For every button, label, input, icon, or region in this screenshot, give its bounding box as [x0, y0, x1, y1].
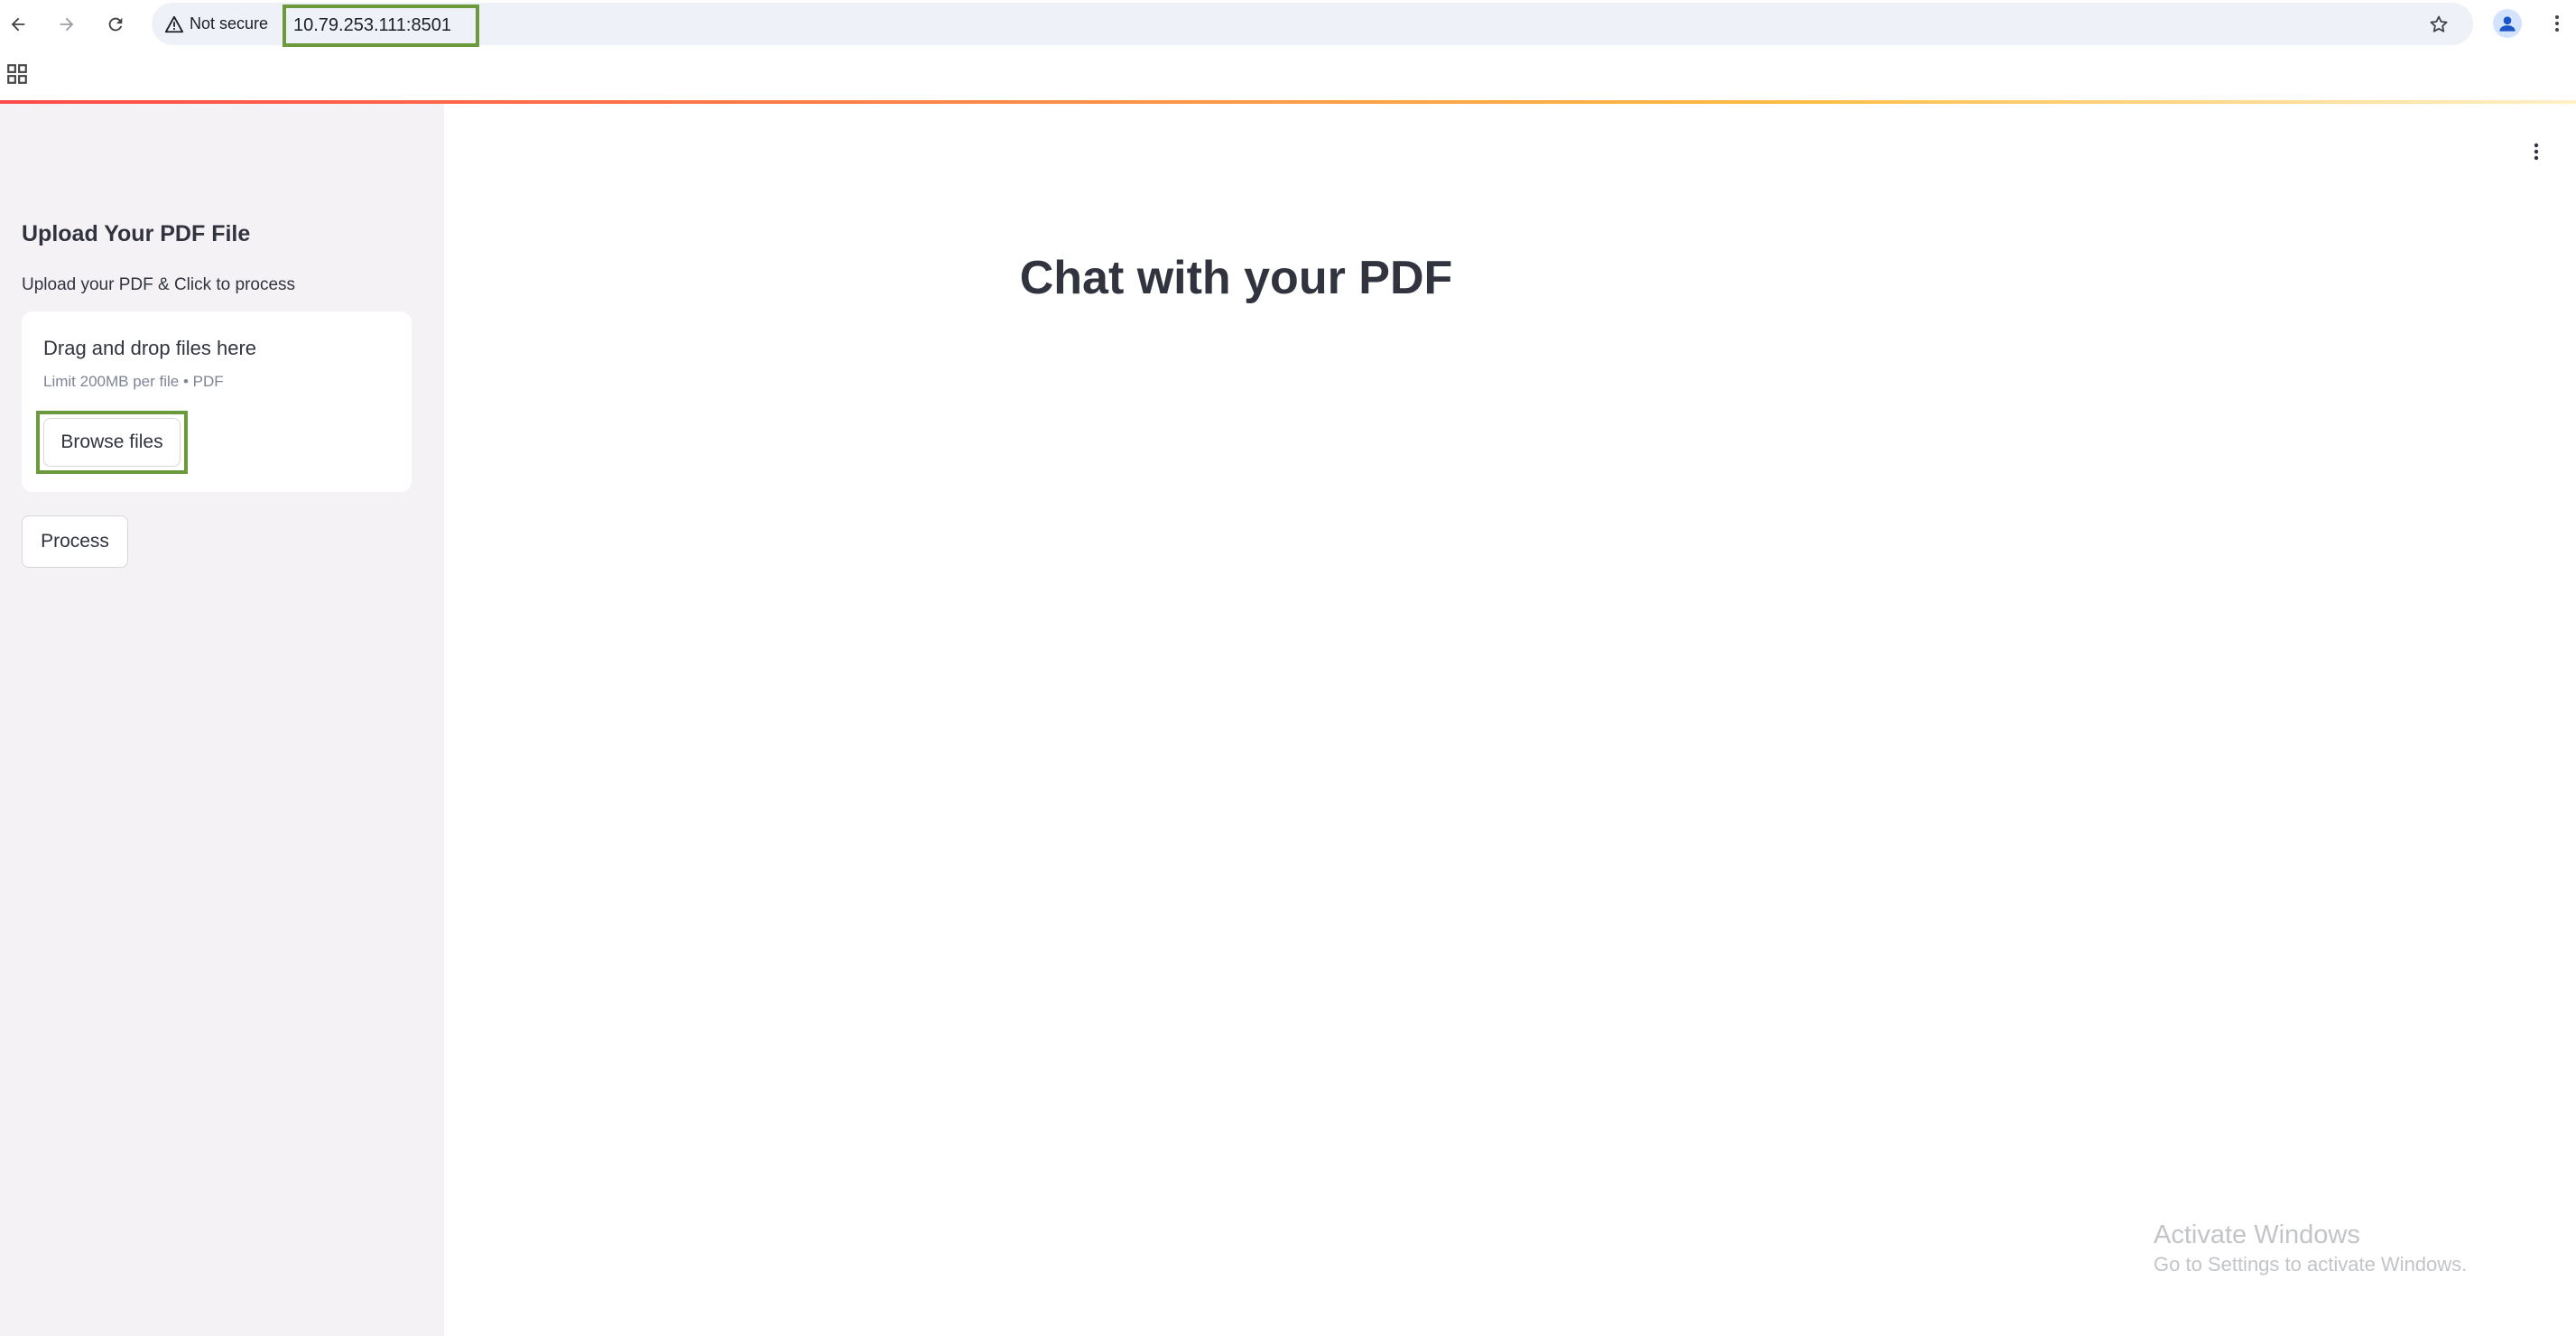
upload-label: Upload your PDF & Click to process	[22, 275, 296, 294]
bookmark-star-icon[interactable]	[2426, 12, 2451, 37]
address-bar[interactable]: Not secure 10.79.253.111:8501	[152, 3, 2473, 47]
apps-grid-icon[interactable]	[5, 62, 29, 86]
dropzone-limit-text: Limit 200MB per file • PDF	[43, 373, 224, 390]
bookmarks-bar	[0, 48, 2576, 100]
forward-icon[interactable]	[51, 9, 82, 40]
security-indicator[interactable]: Not secure	[164, 3, 268, 45]
page-title: Chat with your PDF	[1019, 252, 1453, 304]
warning-icon	[164, 15, 184, 32]
browse-files-button[interactable]: Browse files	[43, 418, 181, 467]
sidebar-title: Upload Your PDF File	[22, 221, 251, 246]
watermark-title: Activate Windows	[2154, 1220, 2360, 1249]
url-text[interactable]: 10.79.253.111:8501	[283, 5, 479, 47]
file-dropzone[interactable]: Drag and drop files here Limit 200MB per…	[22, 311, 412, 492]
profile-avatar-icon[interactable]	[2493, 9, 2522, 38]
process-button[interactable]: Process	[22, 515, 128, 568]
watermark-subtitle: Go to Settings to activate Windows.	[2154, 1253, 2468, 1276]
app-menu-icon[interactable]	[2523, 135, 2550, 168]
dropzone-title: Drag and drop files here	[43, 337, 257, 359]
windows-activation-watermark: Activate Windows Go to Settings to activ…	[2154, 1219, 2467, 1278]
security-label: Not secure	[190, 14, 269, 32]
back-icon[interactable]	[3, 9, 33, 40]
browser-toolbar: Not secure 10.79.253.111:8501	[0, 0, 2576, 48]
sidebar: Upload Your PDF File Upload your PDF & C…	[0, 104, 444, 1336]
reload-icon[interactable]	[100, 9, 131, 40]
main-content: Chat with your PDF	[444, 104, 2576, 1336]
browser-menu-icon[interactable]	[2544, 9, 2571, 38]
